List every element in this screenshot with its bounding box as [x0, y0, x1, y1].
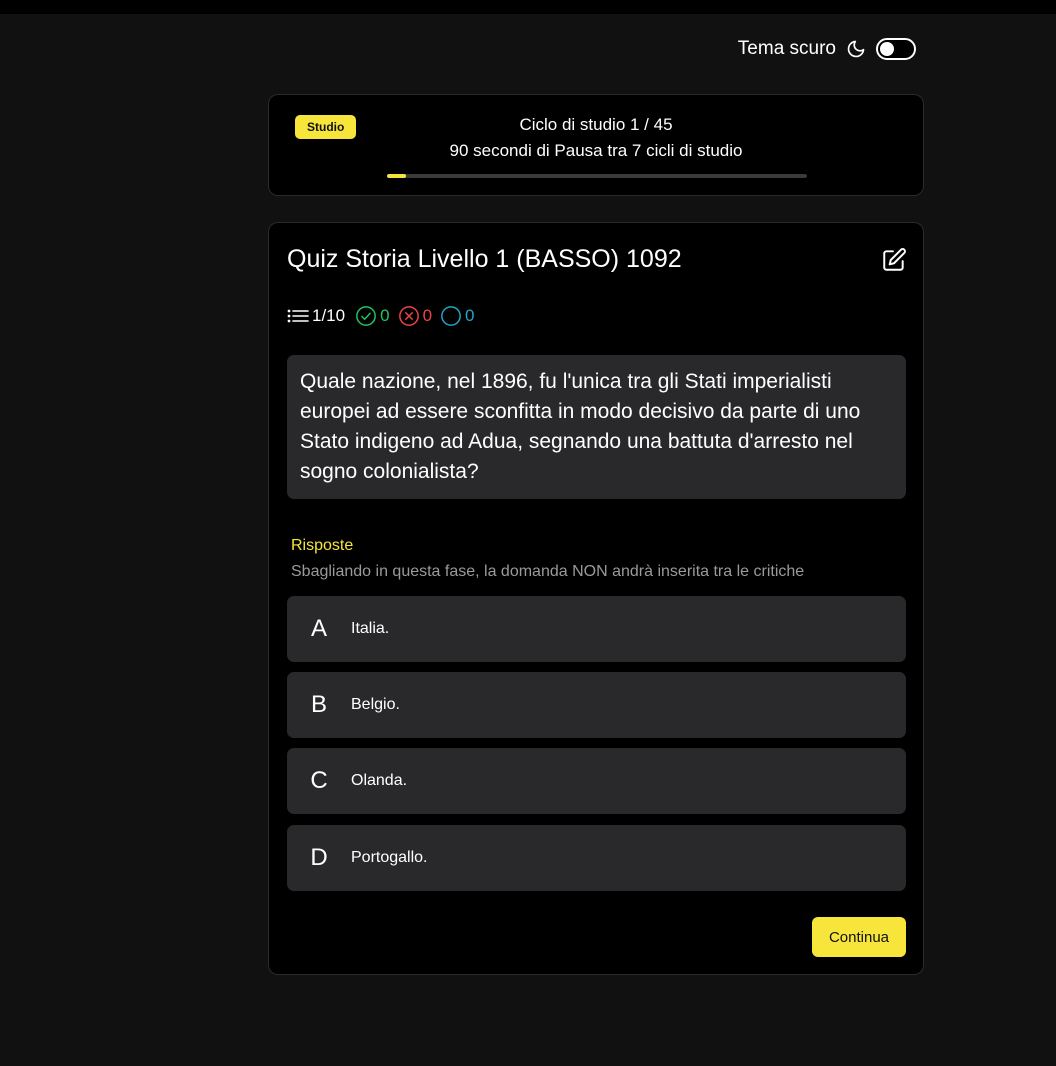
- question-counter: 1/10: [287, 306, 345, 326]
- answer-letter: D: [310, 844, 328, 871]
- wrong-count: 0: [398, 305, 432, 327]
- cycle-subtitle: 90 secondi di Pausa tra 7 cicli di studi…: [449, 141, 743, 160]
- quiz-stats: 1/10 0 0 0: [287, 305, 475, 327]
- cycle-progress-bar: [387, 174, 807, 178]
- answer-option-c[interactable]: C Olanda.: [287, 748, 906, 814]
- quiz-title: Quiz Storia Livello 1 (BASSO) 1092: [287, 245, 682, 273]
- answer-option-a[interactable]: A Italia.: [287, 596, 906, 662]
- answer-text: Belgio.: [351, 696, 400, 713]
- moon-icon: [846, 39, 866, 59]
- correct-count-value: 0: [380, 306, 390, 325]
- empty-circle-icon: [440, 305, 462, 327]
- answer-letter: B: [310, 691, 327, 718]
- cycle-title: Ciclo di studio 1 / 45: [519, 115, 673, 134]
- dark-mode-toggle[interactable]: [876, 38, 916, 60]
- question-counter-value: 1/10: [312, 306, 346, 325]
- edit-icon[interactable]: [881, 247, 907, 273]
- skipped-count: 0: [440, 305, 475, 327]
- question-text: Quale nazione, nel 1896, fu l'unica tra …: [287, 355, 906, 499]
- answer-letter: A: [310, 615, 327, 642]
- answer-text: Italia.: [351, 620, 390, 637]
- cycle-progress-fill: [387, 174, 406, 178]
- wrong-count-value: 0: [422, 306, 433, 325]
- list-icon: [287, 308, 309, 324]
- answer-text: Portogallo.: [351, 849, 428, 866]
- skipped-count-value: 0: [465, 306, 475, 325]
- quiz-card: Quiz Storia Livello 1 (BASSO) 1092 1/10 …: [268, 222, 924, 975]
- answers-label: Risposte: [291, 537, 354, 554]
- x-circle-icon: [398, 305, 420, 327]
- correct-count: 0: [355, 305, 390, 327]
- answer-text: Olanda.: [351, 772, 408, 789]
- answer-letter: C: [310, 767, 328, 794]
- study-cycle-card: Studio Ciclo di studio 1 / 45 90 secondi…: [268, 94, 924, 196]
- answer-option-b[interactable]: B Belgio.: [287, 672, 906, 738]
- top-bar: [0, 0, 1056, 14]
- answer-option-d[interactable]: D Portogallo.: [287, 825, 906, 891]
- answers-hint: Sbagliando in questa fase, la domanda NO…: [291, 563, 805, 580]
- check-circle-icon: [355, 305, 377, 327]
- toggle-knob: [880, 42, 894, 56]
- theme-switcher: Tema scuro: [738, 38, 916, 60]
- continue-button[interactable]: Continua: [811, 917, 906, 957]
- theme-label: Tema scuro: [737, 38, 836, 59]
